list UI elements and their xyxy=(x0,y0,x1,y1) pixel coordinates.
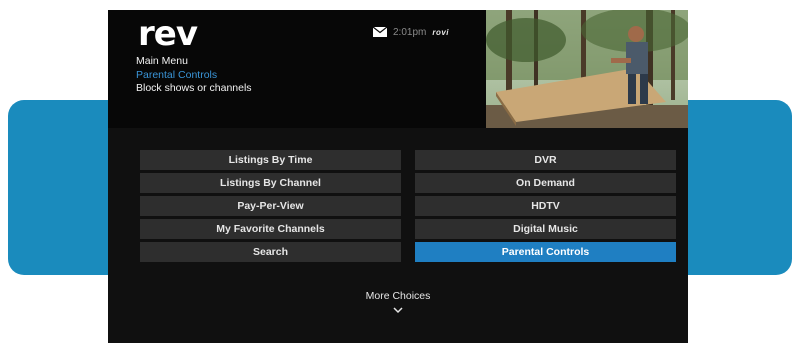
main-menu-grid: Listings By Time DVR Listings By Channel… xyxy=(140,150,676,262)
more-choices-button[interactable]: More Choices xyxy=(108,290,688,302)
breadcrumb-main: Main Menu xyxy=(136,55,188,67)
menu-hdtv[interactable]: HDTV xyxy=(415,196,676,216)
tv-guide-screen: rev Main Menu Parental Controls Block sh… xyxy=(108,10,688,343)
menu-dvr[interactable]: DVR xyxy=(415,150,676,170)
mail-icon[interactable] xyxy=(372,26,388,37)
menu-search[interactable]: Search xyxy=(140,242,401,262)
menu-listings-by-channel[interactable]: Listings By Channel xyxy=(140,173,401,193)
menu-pay-per-view[interactable]: Pay-Per-View xyxy=(140,196,401,216)
clock: 2:01pm xyxy=(393,26,427,38)
breadcrumb-current: Parental Controls xyxy=(136,68,218,81)
menu-digital-music[interactable]: Digital Music xyxy=(415,219,676,239)
menu-parental-controls[interactable]: Parental Controls xyxy=(415,242,676,262)
menu-my-favorite-channels[interactable]: My Favorite Channels xyxy=(140,219,401,239)
status-bar: 2:01pm rovi xyxy=(372,24,450,40)
header: rev Main Menu Parental Controls Block sh… xyxy=(108,10,688,128)
breadcrumb: Main Menu Parental Controls Block shows … xyxy=(136,55,252,96)
rev-logo: rev xyxy=(138,14,198,54)
menu-on-demand[interactable]: On Demand xyxy=(415,173,676,193)
rovi-logo: rovi xyxy=(432,27,450,37)
chevron-down-icon[interactable] xyxy=(392,306,404,314)
menu-listings-by-time[interactable]: Listings By Time xyxy=(140,150,401,170)
page-description: Block shows or channels xyxy=(136,82,252,94)
live-tv-preview[interactable] xyxy=(486,10,688,128)
